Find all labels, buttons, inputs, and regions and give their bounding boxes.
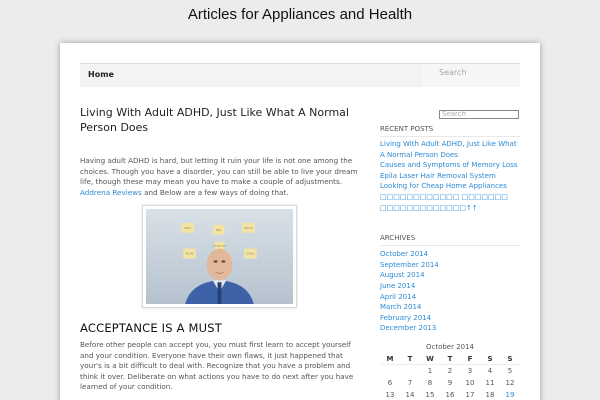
sticky-note-label: IDEA bbox=[184, 226, 191, 230]
calendar-weekday: W bbox=[420, 352, 440, 366]
recent-post-link[interactable]: □□□□□□□□□□□□ □□□□□□□ □□□□□□□□□□□□□↑↑ bbox=[380, 193, 508, 212]
calendar-day: 16 bbox=[445, 390, 455, 399]
calendar-day: 14 bbox=[405, 390, 415, 399]
post-image-frame: IDEA BIG IDEAS PLAN GOAL HOW TO bbox=[142, 205, 297, 308]
calendar-day: 15 bbox=[425, 390, 435, 399]
calendar-day: 3 bbox=[467, 367, 473, 376]
calendar-day: 7 bbox=[407, 378, 413, 387]
site-title[interactable]: Articles for Appliances and Health bbox=[0, 6, 600, 23]
calendar-day[interactable]: 19 bbox=[500, 389, 520, 400]
recent-post-link[interactable]: Looking for Cheap Home Appliances bbox=[380, 182, 507, 190]
calendar-weekday: S bbox=[480, 352, 500, 366]
calendar-day: 1 bbox=[427, 367, 433, 376]
archive-link[interactable]: June 2014 bbox=[380, 282, 415, 290]
paragraph-text: and Below are a few ways of doing that. bbox=[141, 187, 289, 197]
archive-link[interactable]: December 2013 bbox=[380, 324, 436, 332]
calendar-weekdays: MTWTFSS bbox=[380, 352, 520, 366]
sticky-note-label: BIG bbox=[216, 228, 222, 232]
calendar-day: 18 bbox=[485, 390, 495, 399]
sticky-note-label: HOW TO bbox=[213, 244, 226, 248]
calendar-widget: October 2014 MTWTFSS 1 2 3 4 5 6 7 8 9 10 11 12 13 14… bbox=[380, 343, 520, 400]
archive-link[interactable]: September 2014 bbox=[380, 261, 439, 269]
calendar-day: 2 bbox=[447, 367, 453, 376]
archive-link[interactable]: October 2014 bbox=[380, 250, 428, 258]
post-paragraph: Before other people can accept you, you … bbox=[80, 340, 354, 391]
calendar-weekday: M bbox=[380, 352, 400, 366]
main-navigation: Home bbox=[80, 63, 520, 87]
nav-search-input[interactable] bbox=[420, 64, 520, 87]
sidebar-search-input[interactable] bbox=[439, 109, 519, 119]
calendar-day: 10 bbox=[465, 378, 475, 387]
calendar-day: 12 bbox=[505, 378, 515, 387]
calendar-day: 8 bbox=[427, 378, 433, 387]
calendar-week: 6 7 8 9 10 11 12 bbox=[380, 377, 520, 389]
recent-posts-widget: RECENT POSTS Living With Adult ADHD, Jus… bbox=[380, 125, 520, 213]
sticky-note-label: GOAL bbox=[246, 252, 255, 256]
archive-link[interactable]: February 2014 bbox=[380, 314, 431, 322]
addrena-reviews-link[interactable]: Addrena Reviews bbox=[80, 188, 142, 197]
calendar-day: 9 bbox=[447, 378, 453, 387]
calendar-weekday: F bbox=[460, 352, 480, 366]
recent-post-link[interactable]: Living With Adult ADHD, Just Like What A… bbox=[380, 140, 517, 159]
recent-post-link[interactable]: Epila Laser Hair Removal System bbox=[380, 172, 496, 180]
section-heading: ACCEPTANCE IS A MUST bbox=[80, 321, 223, 335]
post-paragraph: Having adult ADHD is hard, but letting i… bbox=[80, 156, 360, 198]
recent-post-link[interactable]: Causes and Symptoms of Memory Loss bbox=[380, 161, 517, 169]
archives-title: ARCHIVES bbox=[380, 234, 520, 247]
calendar-day bbox=[400, 365, 420, 377]
calendar-weekday: T bbox=[400, 352, 420, 366]
calendar-caption: October 2014 bbox=[425, 342, 475, 351]
archive-link[interactable]: March 2014 bbox=[380, 303, 421, 311]
sidebar: RECENT POSTS Living With Adult ADHD, Jus… bbox=[380, 101, 520, 400]
calendar-weekday: T bbox=[440, 352, 460, 366]
calendar-week: 1 2 3 4 5 bbox=[380, 365, 520, 377]
calendar-week: 13 14 15 16 17 18 19 bbox=[380, 389, 520, 400]
paragraph-text: Having adult ADHD is hard, but letting i… bbox=[80, 156, 358, 186]
post-title[interactable]: Living With Adult ADHD, Just Like What A… bbox=[80, 105, 360, 135]
calendar-weekday: S bbox=[500, 352, 520, 366]
sticky-note-label: PLAN bbox=[186, 252, 194, 256]
calendar-day: 6 bbox=[387, 378, 393, 387]
recent-posts-title: RECENT POSTS bbox=[380, 125, 520, 137]
calendar-days: 1234567891011121314151617181920212223242… bbox=[380, 365, 520, 400]
calendar-day: 11 bbox=[485, 378, 495, 387]
archives-list: October 2014 September 2014 August 2014 … bbox=[380, 249, 520, 334]
calendar-day: 5 bbox=[507, 367, 513, 376]
main-content: Living With Adult ADHD, Just Like What A… bbox=[80, 105, 360, 393]
page-container: Home Living With Adult ADHD, Just Like W… bbox=[60, 43, 540, 400]
bald-man-sticky-notes-image: IDEA BIG IDEAS PLAN GOAL HOW TO bbox=[146, 209, 293, 304]
archive-link[interactable]: April 2014 bbox=[380, 293, 416, 301]
nav-home-link[interactable]: Home bbox=[88, 70, 114, 79]
recent-posts-list: Living With Adult ADHD, Just Like What A… bbox=[380, 139, 520, 213]
calendar-day bbox=[380, 365, 400, 377]
archive-link[interactable]: August 2014 bbox=[380, 271, 425, 279]
calendar-day: 13 bbox=[385, 390, 395, 399]
sticky-note-label: IDEAS bbox=[244, 226, 253, 230]
calendar-table: MTWTFSS 12345678910111213141516171819202… bbox=[380, 352, 520, 400]
archives-widget: ARCHIVES October 2014 September 2014 Aug… bbox=[380, 234, 520, 334]
calendar-day: 17 bbox=[465, 390, 475, 399]
calendar-day: 4 bbox=[487, 367, 493, 376]
